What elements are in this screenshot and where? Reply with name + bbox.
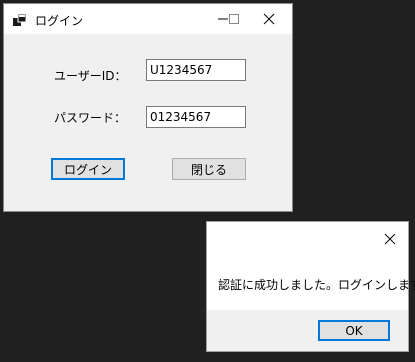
dialog-message: 認証に成功しました。ログインします。 [218, 278, 415, 292]
title-bar[interactable]: ログイン [4, 4, 292, 34]
ok-button[interactable]: OK [318, 320, 390, 341]
user-id-field[interactable] [146, 59, 246, 81]
password-field[interactable] [146, 106, 246, 128]
login-window: ログイン ユーザーID： パスワード： ログイン 閉じる [3, 3, 293, 212]
window-close-button[interactable] [246, 4, 292, 34]
message-dialog: 認証に成功しました。ログインします。 OK [206, 221, 415, 352]
password-label: パスワード： [54, 111, 127, 125]
close-icon [384, 233, 396, 245]
close-icon [263, 13, 275, 25]
user-id-label: ユーザーID： [54, 69, 127, 83]
maximize-icon [229, 14, 239, 24]
close-button[interactable]: 閉じる [172, 158, 246, 180]
dialog-footer: OK [207, 310, 408, 351]
window-title: ログイン [35, 14, 84, 28]
dialog-close-button[interactable] [378, 227, 402, 251]
app-icon [12, 12, 28, 28]
login-button[interactable]: ログイン [51, 158, 125, 180]
